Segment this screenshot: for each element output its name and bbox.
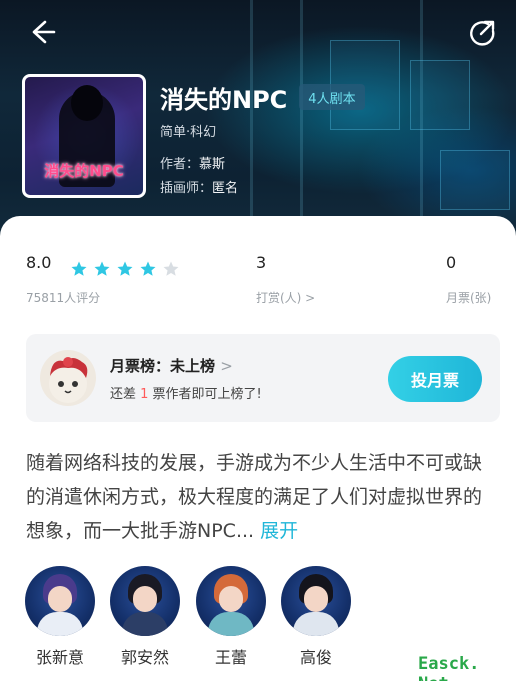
title-row: 消失的NPC 4人剧本: [160, 80, 365, 114]
watermark: Easck. Net: [418, 654, 480, 681]
genre-label: 简单·科幻: [160, 125, 217, 140]
expand-link[interactable]: 展开: [260, 520, 298, 542]
ticket-rank-title[interactable]: 月票榜：未上榜 >: [110, 355, 233, 376]
player-count-tag: 4人剧本: [299, 84, 365, 110]
illustrator-name: 匿名: [212, 181, 239, 196]
avatar-face: [219, 586, 243, 612]
avatar-body: [293, 612, 339, 636]
star-empty-icon: [163, 261, 179, 276]
book-cover: 消失的NPC: [22, 74, 146, 198]
cat-avatar-icon: [49, 357, 88, 403]
rating-stars: [70, 260, 185, 278]
chevron-right-icon: >: [220, 357, 233, 375]
rating-count: 75811人评分: [26, 291, 101, 305]
cover-figure-head: [71, 85, 103, 121]
character-avatar: [25, 566, 95, 636]
author-name: 慕斯: [199, 157, 226, 172]
background-decor: [440, 150, 510, 210]
ticket-hint-prefix: 还差: [110, 387, 141, 402]
author-label: 作者：: [160, 157, 200, 172]
back-button[interactable]: [22, 12, 62, 52]
avatar-body: [208, 612, 254, 636]
character-avatar: [110, 566, 180, 636]
avatar-body: [37, 612, 83, 636]
character-item[interactable]: 张新意: [23, 566, 97, 668]
star-filled-icon: [140, 261, 156, 276]
tickets-value: 0: [446, 253, 457, 272]
star-filled-icon: [94, 261, 110, 276]
character-item[interactable]: 王蕾: [194, 566, 268, 668]
book-title: 消失的NPC: [160, 85, 288, 114]
cover-title: 消失的NPC: [44, 162, 124, 180]
ticket-hint-suffix: 票作者即可上榜了!: [148, 387, 262, 402]
description-text: 随着网络科技的发展，手游成为不少人生活中不可或缺的消遣休闲方式，极大程度的满足了…: [26, 452, 483, 542]
avatar-face: [304, 586, 328, 612]
illustrator-line: 插画师：匿名: [160, 177, 238, 196]
background-decor: [250, 0, 253, 236]
character-item[interactable]: 高俊: [279, 566, 353, 668]
share-button[interactable]: [462, 12, 502, 52]
avatar-face: [48, 586, 72, 612]
avatar-face: [133, 586, 157, 612]
character-item[interactable]: 郭安然: [108, 566, 182, 668]
ticket-hint: 还差 1 票作者即可上榜了!: [110, 383, 262, 402]
tips-link[interactable]: 打赏(人) >: [256, 289, 315, 306]
book-description: 随着网络科技的发展，手游成为不少人生活中不可或缺的消遣休闲方式，极大程度的满足了…: [26, 446, 496, 548]
avatar-body: [122, 612, 168, 636]
vote-ticket-button[interactable]: 投月票: [388, 356, 482, 402]
star-filled-icon: [117, 261, 133, 276]
share-icon: [470, 20, 495, 46]
tickets-label: 月票(张): [446, 291, 492, 305]
illustrator-label: 插画师：: [160, 181, 213, 196]
author-line: 作者：慕斯: [160, 153, 225, 172]
avatar: [40, 350, 96, 406]
background-decor: [410, 60, 470, 130]
arrow-left-icon: [32, 20, 56, 44]
background-decor: [300, 0, 303, 236]
character-name: 王蕾: [214, 648, 247, 667]
star-filled-icon: [71, 261, 87, 276]
character-avatar: [281, 566, 351, 636]
character-name: 张新意: [35, 648, 84, 667]
character-name: 郭安然: [120, 648, 169, 667]
ticket-rank-text: 月票榜：未上榜: [110, 357, 216, 375]
tips-value: 3: [256, 253, 267, 272]
rating-value: 8.0: [26, 253, 52, 272]
character-name: 高俊: [299, 648, 332, 667]
character-avatar: [196, 566, 266, 636]
